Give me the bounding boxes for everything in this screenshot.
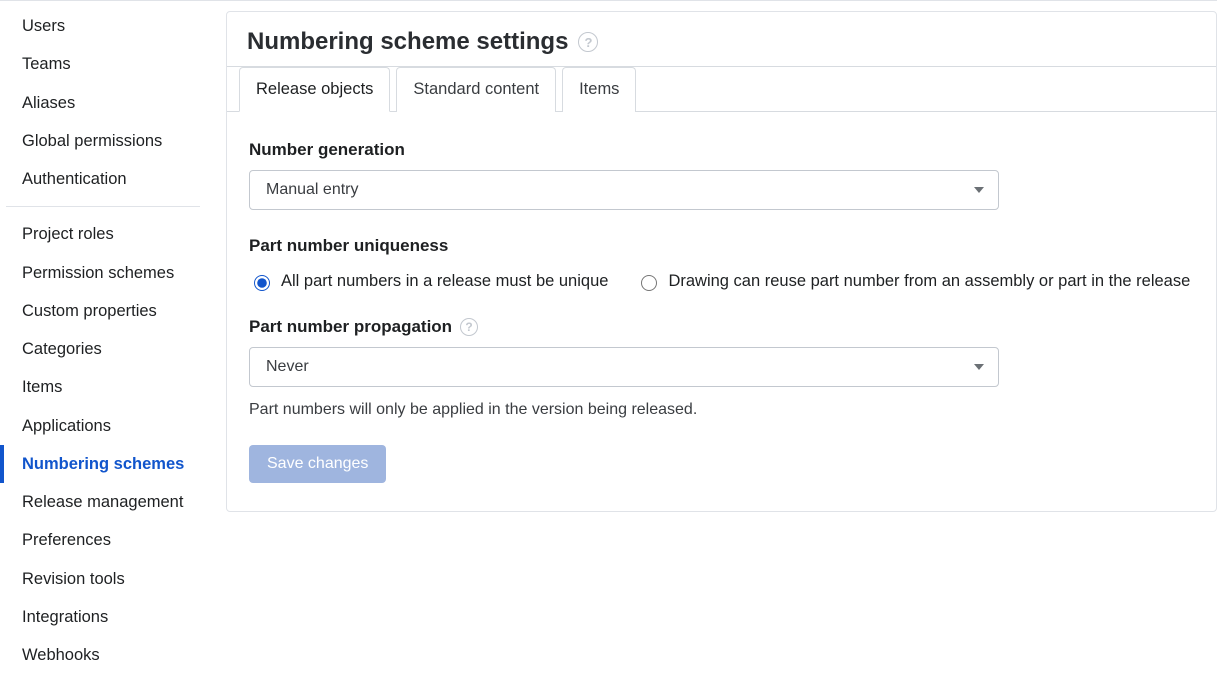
tabs: Release objects Standard content Items (227, 66, 1216, 112)
uniqueness-option-drawing-reuse[interactable]: Drawing can reuse part number from an as… (636, 272, 1190, 291)
sidebar-item-preferences[interactable]: Preferences (0, 521, 206, 559)
sidebar-item-permission-schemes[interactable]: Permission schemes (0, 254, 206, 292)
number-generation-label: Number generation (249, 140, 1194, 160)
sidebar-divider (6, 206, 200, 207)
sidebar-item-users[interactable]: Users (0, 7, 206, 45)
number-generation-select[interactable]: Manual entry (249, 170, 999, 210)
uniqueness-radio-all-unique[interactable] (254, 275, 270, 291)
save-changes-button[interactable]: Save changes (249, 445, 386, 483)
chevron-down-icon (974, 364, 984, 370)
tab-items[interactable]: Items (562, 67, 636, 112)
help-icon[interactable]: ? (460, 318, 478, 336)
sidebar-item-numbering-schemes[interactable]: Numbering schemes (0, 445, 206, 483)
sidebar-item-integrations[interactable]: Integrations (0, 598, 206, 636)
settings-panel: Numbering scheme settings ? Release obje… (226, 11, 1217, 512)
uniqueness-radio-drawing-reuse[interactable] (641, 275, 657, 291)
uniqueness-option-all-unique[interactable]: All part numbers in a release must be un… (249, 272, 608, 291)
sidebar-item-authentication[interactable]: Authentication (0, 160, 206, 198)
uniqueness-radio-group: All part numbers in a release must be un… (249, 272, 1194, 291)
sidebar-item-revision-tools[interactable]: Revision tools (0, 560, 206, 598)
sidebar: Users Teams Aliases Global permissions A… (0, 1, 206, 681)
number-generation-value: Manual entry (266, 181, 359, 199)
panel-body: Number generation Manual entry Part numb… (227, 112, 1216, 511)
sidebar-item-custom-properties[interactable]: Custom properties (0, 292, 206, 330)
main-content: Numbering scheme settings ? Release obje… (206, 1, 1217, 681)
part-number-uniqueness-label: Part number uniqueness (249, 236, 1194, 256)
tab-standard-content[interactable]: Standard content (396, 67, 556, 112)
sidebar-item-webhooks[interactable]: Webhooks (0, 636, 206, 674)
part-number-propagation-value: Never (266, 358, 309, 376)
part-number-propagation-label: Part number propagation ? (249, 317, 1194, 337)
chevron-down-icon (974, 187, 984, 193)
panel-header: Numbering scheme settings ? (227, 12, 1216, 67)
tab-release-objects[interactable]: Release objects (239, 67, 390, 112)
help-icon[interactable]: ? (578, 32, 598, 52)
propagation-note: Part numbers will only be applied in the… (249, 401, 1194, 419)
sidebar-item-items[interactable]: Items (0, 368, 206, 406)
sidebar-item-project-roles[interactable]: Project roles (0, 215, 206, 253)
sidebar-item-release-management[interactable]: Release management (0, 483, 206, 521)
sidebar-item-global-permissions[interactable]: Global permissions (0, 122, 206, 160)
sidebar-item-teams[interactable]: Teams (0, 45, 206, 83)
sidebar-item-categories[interactable]: Categories (0, 330, 206, 368)
sidebar-item-aliases[interactable]: Aliases (0, 84, 206, 122)
sidebar-item-applications[interactable]: Applications (0, 407, 206, 445)
page-title: Numbering scheme settings (247, 28, 568, 56)
part-number-propagation-select[interactable]: Never (249, 347, 999, 387)
